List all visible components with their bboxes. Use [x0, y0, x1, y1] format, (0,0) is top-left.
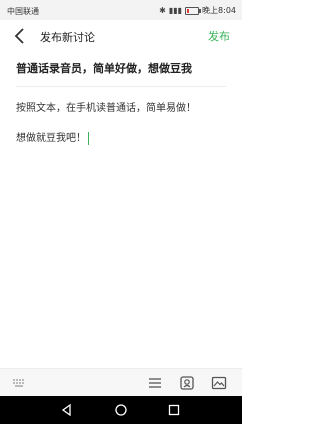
status-bar: 中国联通 ✱ ▮▮▮ 晚上8:04 [0, 0, 242, 20]
publish-button[interactable]: 发布 [208, 28, 230, 44]
post-body-line[interactable]: 按照文本，在手机读普通话，简单易做！ [16, 99, 196, 114]
battery-icon [185, 6, 202, 15]
divider [16, 86, 226, 87]
system-nav-bar [0, 396, 242, 424]
clock: 晚上8:04 [202, 6, 236, 15]
post-title-input[interactable]: 普通话录音员，简单好做，想做豆我 [16, 60, 230, 76]
bluetooth-icon: ✱ [159, 5, 166, 15]
image-icon[interactable] [211, 375, 227, 391]
nav-back-icon[interactable] [60, 403, 74, 417]
status-bar-right: ✱ ▮▮▮ 晚上8:04 [159, 5, 236, 16]
keyboard-icon[interactable] [12, 375, 28, 391]
top-header: 发布新讨论 发布 [0, 20, 242, 52]
emoji-icon[interactable] [179, 375, 195, 391]
text-cursor [88, 131, 89, 145]
page-title: 发布新讨论 [40, 31, 95, 44]
carrier-label: 中国联通 [7, 7, 39, 16]
post-body-text: 想做就豆我吧！ [16, 133, 86, 144]
chevron-left-icon[interactable] [10, 26, 30, 46]
signal-icon: ▮▮▮ [168, 5, 183, 15]
nav-home-icon[interactable] [114, 403, 128, 417]
nav-recent-icon[interactable] [167, 403, 181, 417]
text-format-icon[interactable] [147, 375, 163, 391]
editor-toolbar [0, 368, 242, 397]
post-body-line[interactable]: 想做就豆我吧！ [16, 129, 89, 145]
